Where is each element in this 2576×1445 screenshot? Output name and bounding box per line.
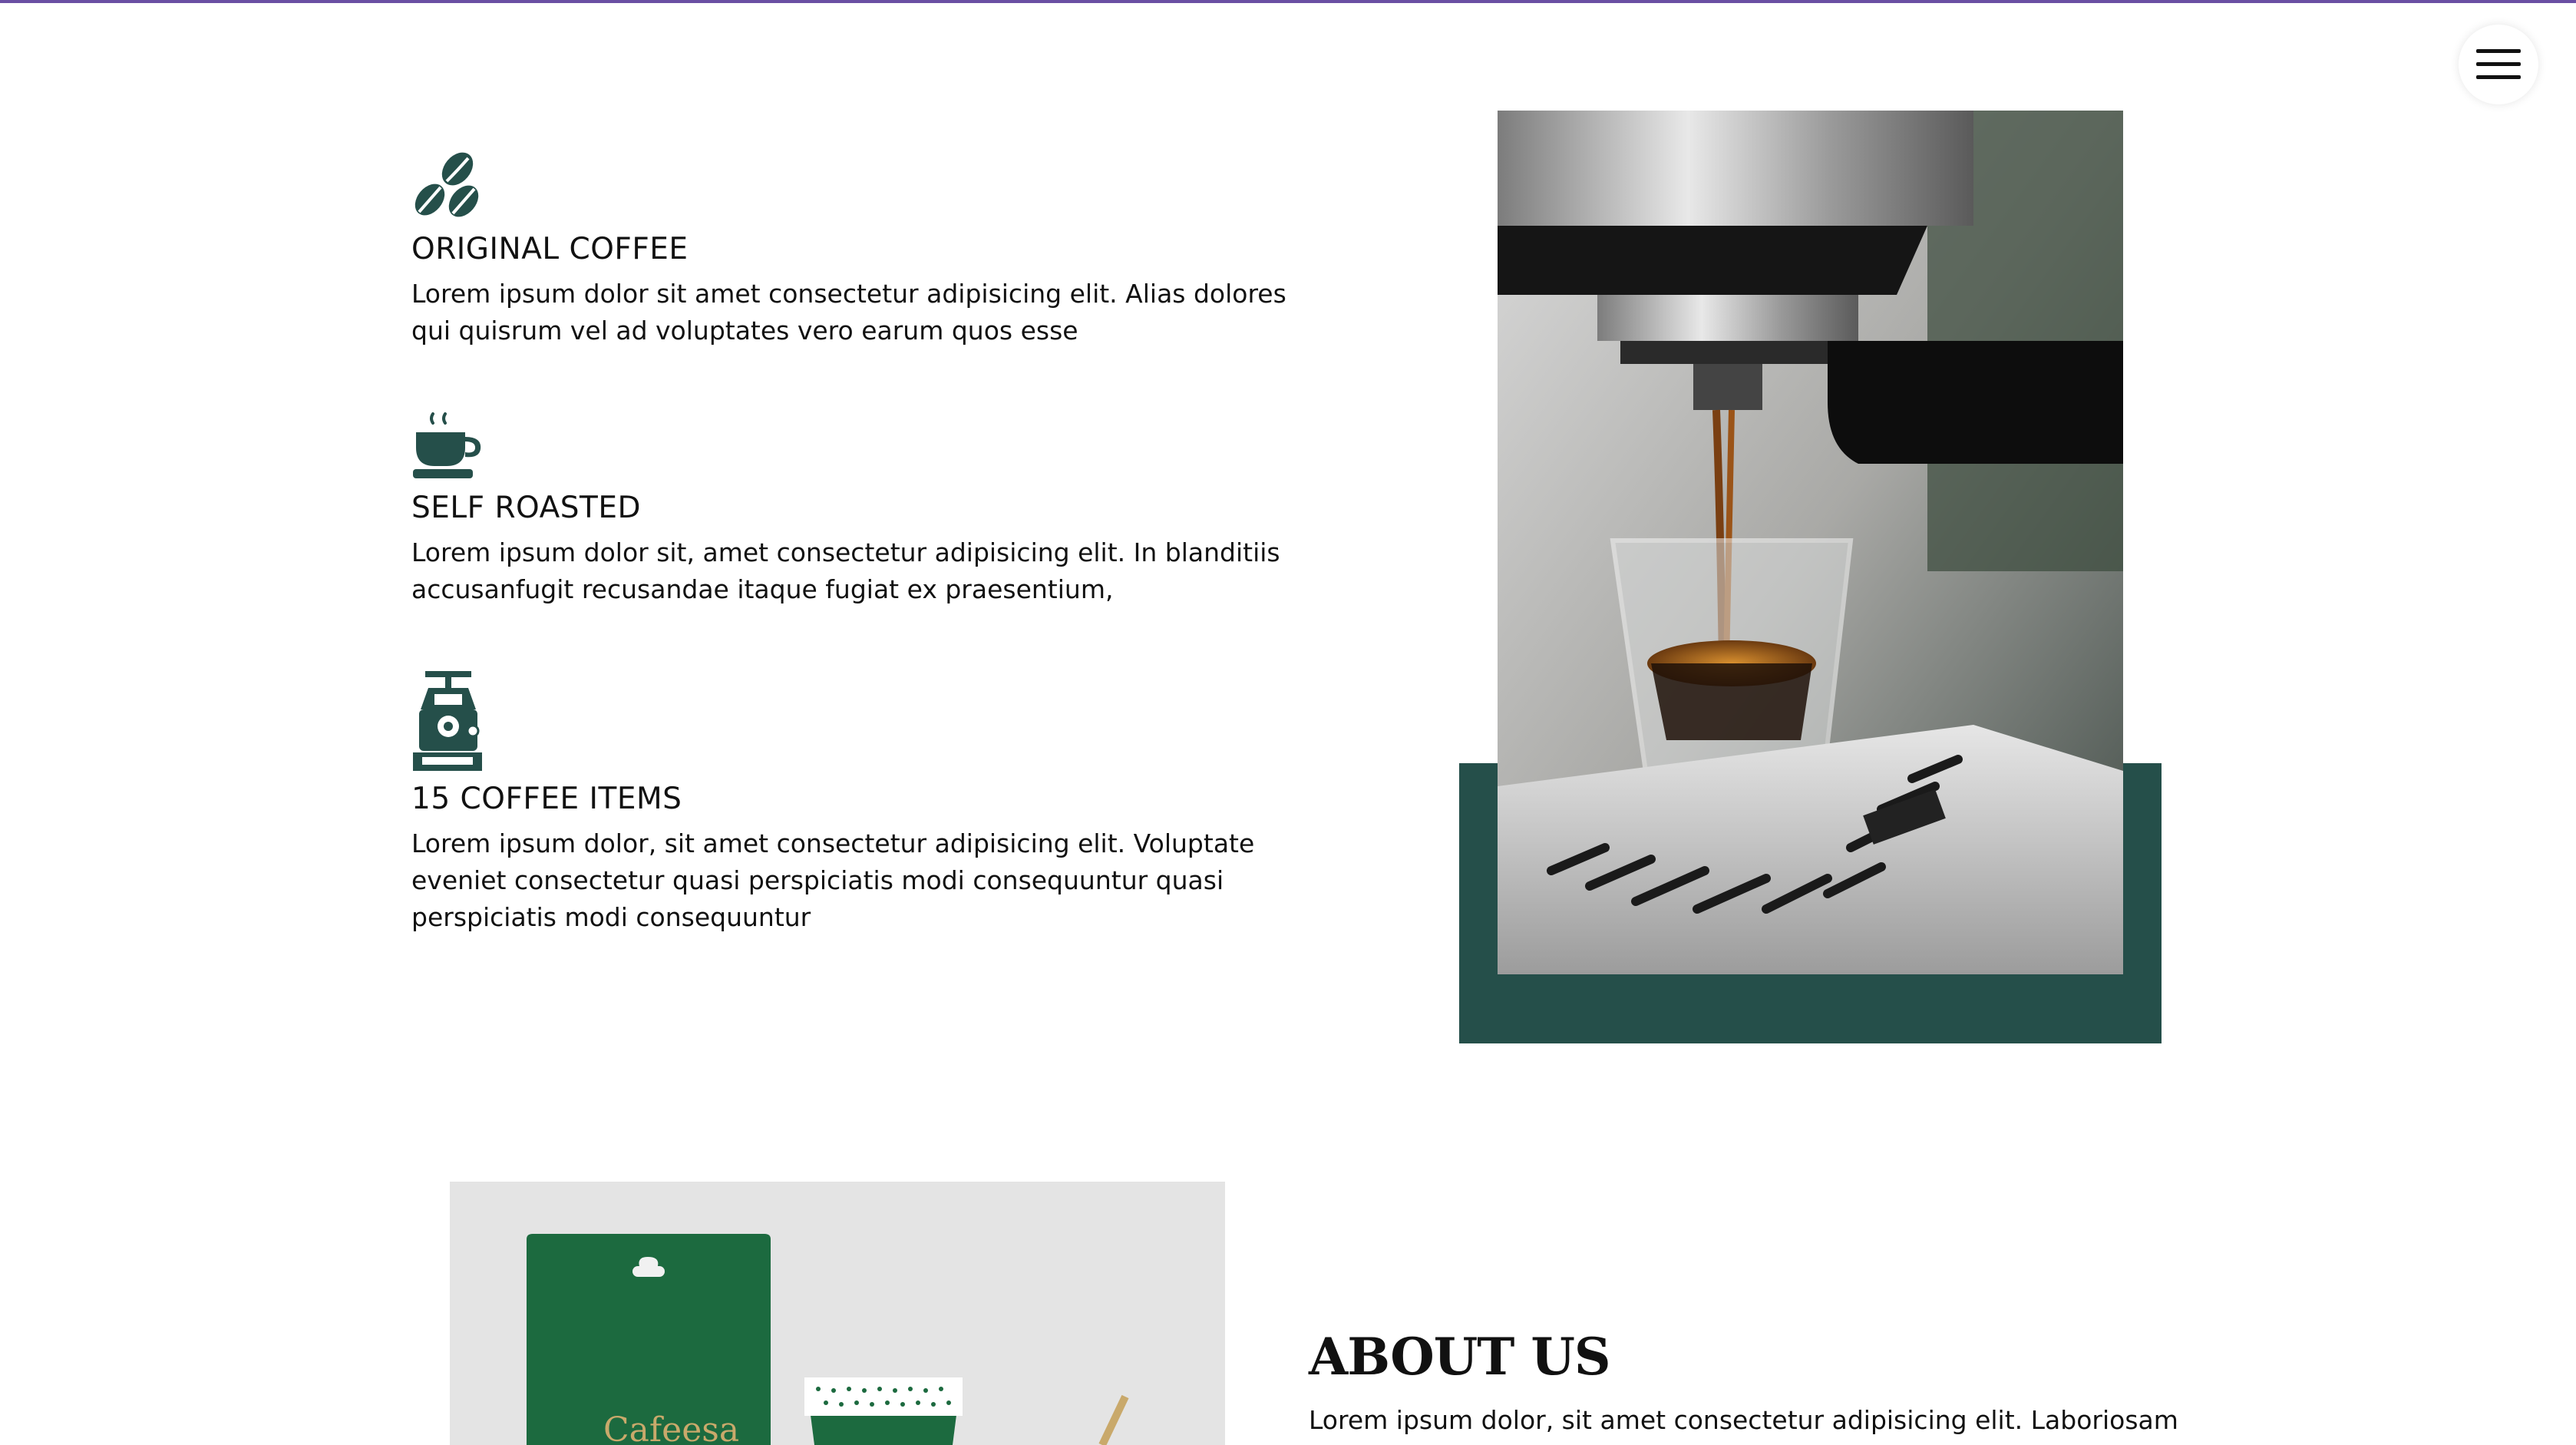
bag-brand-label: Cafeesa — [603, 1410, 739, 1445]
coffee-cup-icon — [413, 412, 481, 478]
feature-description: Lorem ipsum dolor sit amet consectetur a… — [411, 279, 1286, 346]
menu-button[interactable] — [2459, 25, 2538, 104]
feature-self-roasted: SELF ROASTED Lorem ipsum dolor sit, amet… — [411, 409, 1294, 608]
feature-original-coffee: ORIGINAL COFFEE Lorem ipsum dolor sit am… — [411, 150, 1294, 349]
feature-description: Lorem ipsum dolor sit, amet consectetur … — [411, 537, 1280, 604]
top-accent-bar — [0, 0, 2576, 3]
espresso-photo — [1498, 111, 2123, 974]
hamburger-menu-icon — [2476, 49, 2521, 79]
feature-title: ORIGINAL COFFEE — [411, 232, 689, 266]
feature-title: 15 COFFEE ITEMS — [411, 782, 682, 816]
about-title: ABOUT US — [1309, 1327, 1611, 1387]
feature-title: SELF ROASTED — [411, 491, 641, 525]
coffee-bag-photo: Cafeesa — [450, 1182, 1225, 1445]
about-text: Lorem ipsum dolor, sit amet consectetur … — [1309, 1405, 2178, 1435]
coffee-beans-icon — [414, 152, 479, 217]
coffee-grinder-icon — [413, 671, 482, 771]
feature-coffee-items: 15 COFFEE ITEMS Lorem ipsum dolor, sit a… — [411, 670, 1294, 936]
feature-description: Lorem ipsum dolor, sit amet consectetur … — [411, 828, 1255, 932]
